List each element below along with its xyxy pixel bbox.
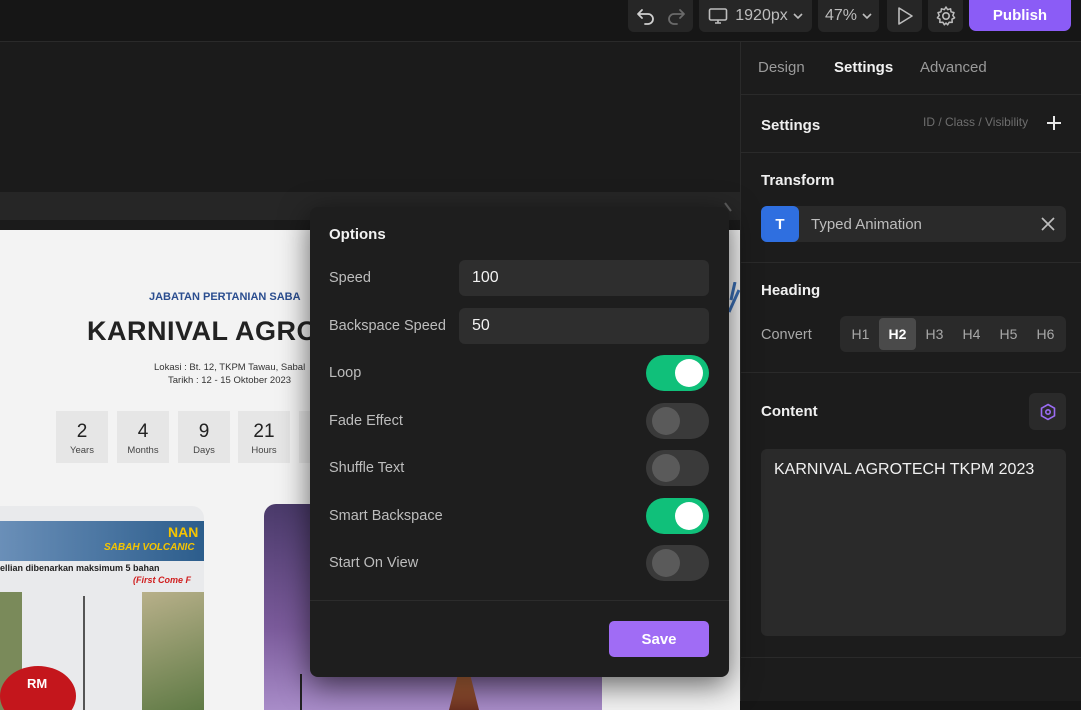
tower-silhouette xyxy=(449,674,479,710)
convert-label: Convert xyxy=(761,327,812,343)
countdown-hours: 21 Hours xyxy=(238,411,290,463)
speed-input[interactable] xyxy=(459,260,709,296)
redo-icon[interactable] xyxy=(666,7,686,25)
transform-title: Transform xyxy=(761,172,835,189)
shuffle-text-label: Shuffle Text xyxy=(329,460,405,476)
heading-h2-button[interactable]: H2 xyxy=(879,318,916,350)
banner-note-2: (First Come F xyxy=(133,575,192,585)
preview-button[interactable] xyxy=(887,0,922,32)
divider-line xyxy=(83,596,85,710)
heading-level-selector: H1 H2 H3 H4 H5 H6 xyxy=(840,316,1066,352)
backspace-speed-label: Backspace Speed xyxy=(329,318,446,334)
device-width-label: 1920px xyxy=(735,7,788,24)
options-modal: Options Speed Backspace Speed Loop Fade … xyxy=(310,202,732,677)
countdown-label: Years xyxy=(70,445,94,456)
modal-divider xyxy=(310,600,729,601)
countdown-value: 9 xyxy=(198,421,210,442)
play-icon xyxy=(896,6,914,26)
zoom-selector[interactable]: 47% xyxy=(818,0,879,32)
zoom-label: 47% xyxy=(824,7,858,24)
content-textarea[interactable]: KARNIVAL AGROTECH TKPM 2023 xyxy=(761,449,1066,636)
panel-footer-divider xyxy=(741,657,1081,701)
preview-date: Tarikh : 12 - 15 Oktober 2023 xyxy=(168,375,292,386)
fade-effect-label: Fade Effect xyxy=(329,413,403,429)
countdown-value: 21 xyxy=(253,421,275,442)
countdown-months: 4 Months xyxy=(117,411,169,463)
device-selector[interactable]: 1920px xyxy=(699,0,812,32)
settings-title: Settings xyxy=(761,117,821,134)
inspector-panel: Design Settings Advanced Settings ID / C… xyxy=(740,42,1081,701)
canvas-edge-decoration xyxy=(729,282,740,342)
banner-image-left: NAN SABAH VOLCANIC ellian dibenarkan mak… xyxy=(0,506,204,710)
loop-label: Loop xyxy=(329,365,362,381)
preview-location: Lokasi : Bt. 12, TKPM Tawau, Sabal xyxy=(154,362,306,373)
options-title: Options xyxy=(329,226,386,243)
toggle-knob xyxy=(652,454,680,482)
heading-h6-button[interactable]: H6 xyxy=(1027,318,1064,350)
chevron-down-icon xyxy=(862,12,872,20)
shuffle-text-toggle[interactable] xyxy=(646,450,709,486)
gear-icon xyxy=(935,5,957,27)
save-button[interactable]: Save xyxy=(609,621,709,657)
toggle-knob xyxy=(652,549,680,577)
preview-department: JABATAN PERTANIAN SABA xyxy=(149,291,301,303)
countdown-days: 9 Days xyxy=(178,411,230,463)
start-on-view-label: Start On View xyxy=(329,555,419,571)
heading-title: Heading xyxy=(761,282,821,299)
price-badge-label: RM xyxy=(27,676,48,691)
backspace-speed-input[interactable] xyxy=(459,308,709,344)
tab-advanced[interactable]: Advanced xyxy=(920,59,987,76)
countdown-value: 2 xyxy=(76,421,88,442)
dynamic-data-button[interactable] xyxy=(1029,393,1066,430)
smart-backspace-toggle[interactable] xyxy=(646,498,709,534)
heading-h4-button[interactable]: H4 xyxy=(953,318,990,350)
countdown-label: Months xyxy=(127,445,159,456)
toggle-knob xyxy=(652,407,680,435)
transform-type-badge: T xyxy=(761,206,799,242)
tab-design[interactable]: Design xyxy=(758,59,805,76)
countdown-label: Days xyxy=(193,445,215,456)
banner-subheading: SABAH VOLCANIC xyxy=(104,542,195,553)
countdown-value: 4 xyxy=(137,421,149,442)
undo-icon[interactable] xyxy=(636,7,656,25)
smart-backspace-label: Smart Backspace xyxy=(329,508,443,524)
pin-icon xyxy=(724,202,732,212)
countdown-years: 2 Years xyxy=(56,411,108,463)
lamp-post xyxy=(300,674,302,710)
tab-settings[interactable]: Settings xyxy=(834,59,893,76)
history-group xyxy=(628,0,693,32)
heading-h3-button[interactable]: H3 xyxy=(916,318,953,350)
plus-icon[interactable] xyxy=(1046,115,1062,131)
preview-heading[interactable]: KARNIVAL AGROT xyxy=(87,316,335,347)
hexagon-icon xyxy=(1039,403,1057,421)
start-on-view-toggle[interactable] xyxy=(646,545,709,581)
toggle-knob xyxy=(675,502,703,530)
chevron-down-icon xyxy=(793,12,803,20)
countdown-label: Hours xyxy=(251,445,277,456)
heading-h5-button[interactable]: H5 xyxy=(990,318,1027,350)
top-toolbar: 1920px 47% Publish xyxy=(0,0,1081,42)
typed-animation-chip[interactable]: T Typed Animation xyxy=(761,206,1066,242)
id-class-visibility-link[interactable]: ID / Class / Visibility xyxy=(923,115,1028,129)
speed-label: Speed xyxy=(329,270,371,286)
content-title: Content xyxy=(761,403,818,420)
settings-button[interactable] xyxy=(928,0,963,32)
monitor-icon xyxy=(708,7,728,25)
banner-heading: NAN xyxy=(168,524,199,540)
heading-h1-button[interactable]: H1 xyxy=(842,318,879,350)
close-icon[interactable] xyxy=(1040,216,1056,232)
transform-chip-label: Typed Animation xyxy=(811,216,922,233)
settings-section: Settings ID / Class / Visibility xyxy=(741,94,1081,152)
toggle-knob xyxy=(675,359,703,387)
publish-button[interactable]: Publish xyxy=(969,0,1071,31)
fade-effect-toggle[interactable] xyxy=(646,403,709,439)
banner-note: ellian dibenarkan maksimum 5 bahan xyxy=(0,563,160,573)
loop-toggle[interactable] xyxy=(646,355,709,391)
plant-photo-2 xyxy=(142,592,204,710)
